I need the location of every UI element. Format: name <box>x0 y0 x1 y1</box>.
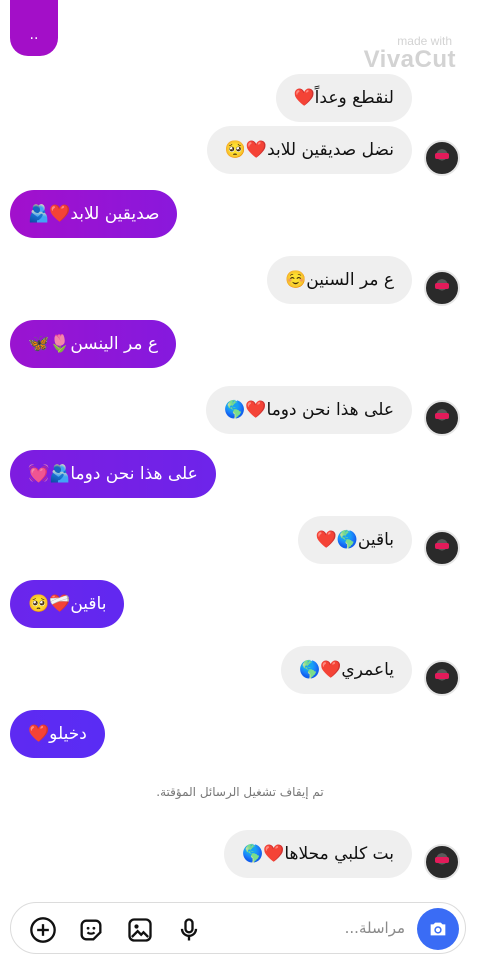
message-text: نضل صديقين للابد❤️🥺 <box>224 140 394 160</box>
message-bubble-incoming[interactable]: باقين🌎❤️ <box>297 516 412 564</box>
message-text: على هذا نحن دوما❤️🌎 <box>224 400 394 420</box>
message-bubble-outgoing[interactable]: باقين❤️‍🩹🥺 <box>10 580 125 628</box>
message-text: ياعمري❤️🌎 <box>299 660 394 680</box>
message-bubble-outgoing[interactable]: على هذا نحن دوما🫂💓 <box>10 450 216 498</box>
watermark: made with VivaCut <box>364 34 456 74</box>
sender-avatar[interactable] <box>424 270 460 306</box>
sticker-icon[interactable] <box>77 916 105 944</box>
message-text: على هذا نحن دوما🫂💓 <box>28 464 198 484</box>
sender-avatar[interactable] <box>424 400 460 436</box>
sender-avatar[interactable] <box>424 140 460 176</box>
message-text: ع مر السنين☺️ <box>285 270 394 290</box>
message-text: لنقطع وعداً❤️ <box>293 88 394 108</box>
message-text: ع مر الينسن🌷🦋 <box>28 334 159 354</box>
image-icon[interactable] <box>126 916 154 944</box>
message-bubble-incoming[interactable]: لنقطع وعداً❤️ <box>275 74 412 122</box>
sender-avatar[interactable] <box>424 660 460 696</box>
message-composer: مراسلة... <box>10 902 466 954</box>
camera-icon <box>430 922 446 936</box>
message-text: باقين🌎❤️ <box>315 530 394 550</box>
message-bubble-incoming[interactable]: ياعمري❤️🌎 <box>281 646 412 694</box>
message-bubble-outgoing[interactable]: صديقين للابد❤️🫂 <box>10 190 178 238</box>
message-bubble-incoming[interactable]: على هذا نحن دوما❤️🌎 <box>206 386 412 434</box>
message-text: صديقين للابد❤️🫂 <box>28 204 160 224</box>
microphone-icon[interactable] <box>175 916 203 944</box>
message-bubble-incoming[interactable]: نضل صديقين للابد❤️🥺 <box>206 126 412 174</box>
message-text: دخيلو❤️ <box>28 724 87 744</box>
message-bubble-outgoing[interactable]: دخيلو❤️ <box>10 710 105 758</box>
message-text: باقين❤️‍🩹🥺 <box>28 594 107 614</box>
message-text: بت كلبي محلاها❤️🌎 <box>242 844 394 864</box>
message-input[interactable]: مراسلة... <box>345 919 405 937</box>
watermark-brand: VivaCut <box>363 46 456 73</box>
sender-avatar[interactable] <box>424 530 460 566</box>
message-bubble-incoming[interactable]: بت كلبي محلاها❤️🌎 <box>224 830 412 878</box>
partial-message-bubble[interactable]: .. <box>10 0 58 56</box>
sender-avatar[interactable] <box>424 844 460 880</box>
vanish-mode-notice: تم إيقاف تشغيل الرسائل المؤقتة. <box>156 785 324 799</box>
plus-icon[interactable] <box>29 916 57 944</box>
message-bubble-outgoing[interactable]: ع مر الينسن🌷🦋 <box>10 320 177 368</box>
message-bubble-incoming[interactable]: ع مر السنين☺️ <box>267 256 412 304</box>
partial-message-text: .. <box>29 27 39 43</box>
camera-button[interactable] <box>417 908 459 950</box>
